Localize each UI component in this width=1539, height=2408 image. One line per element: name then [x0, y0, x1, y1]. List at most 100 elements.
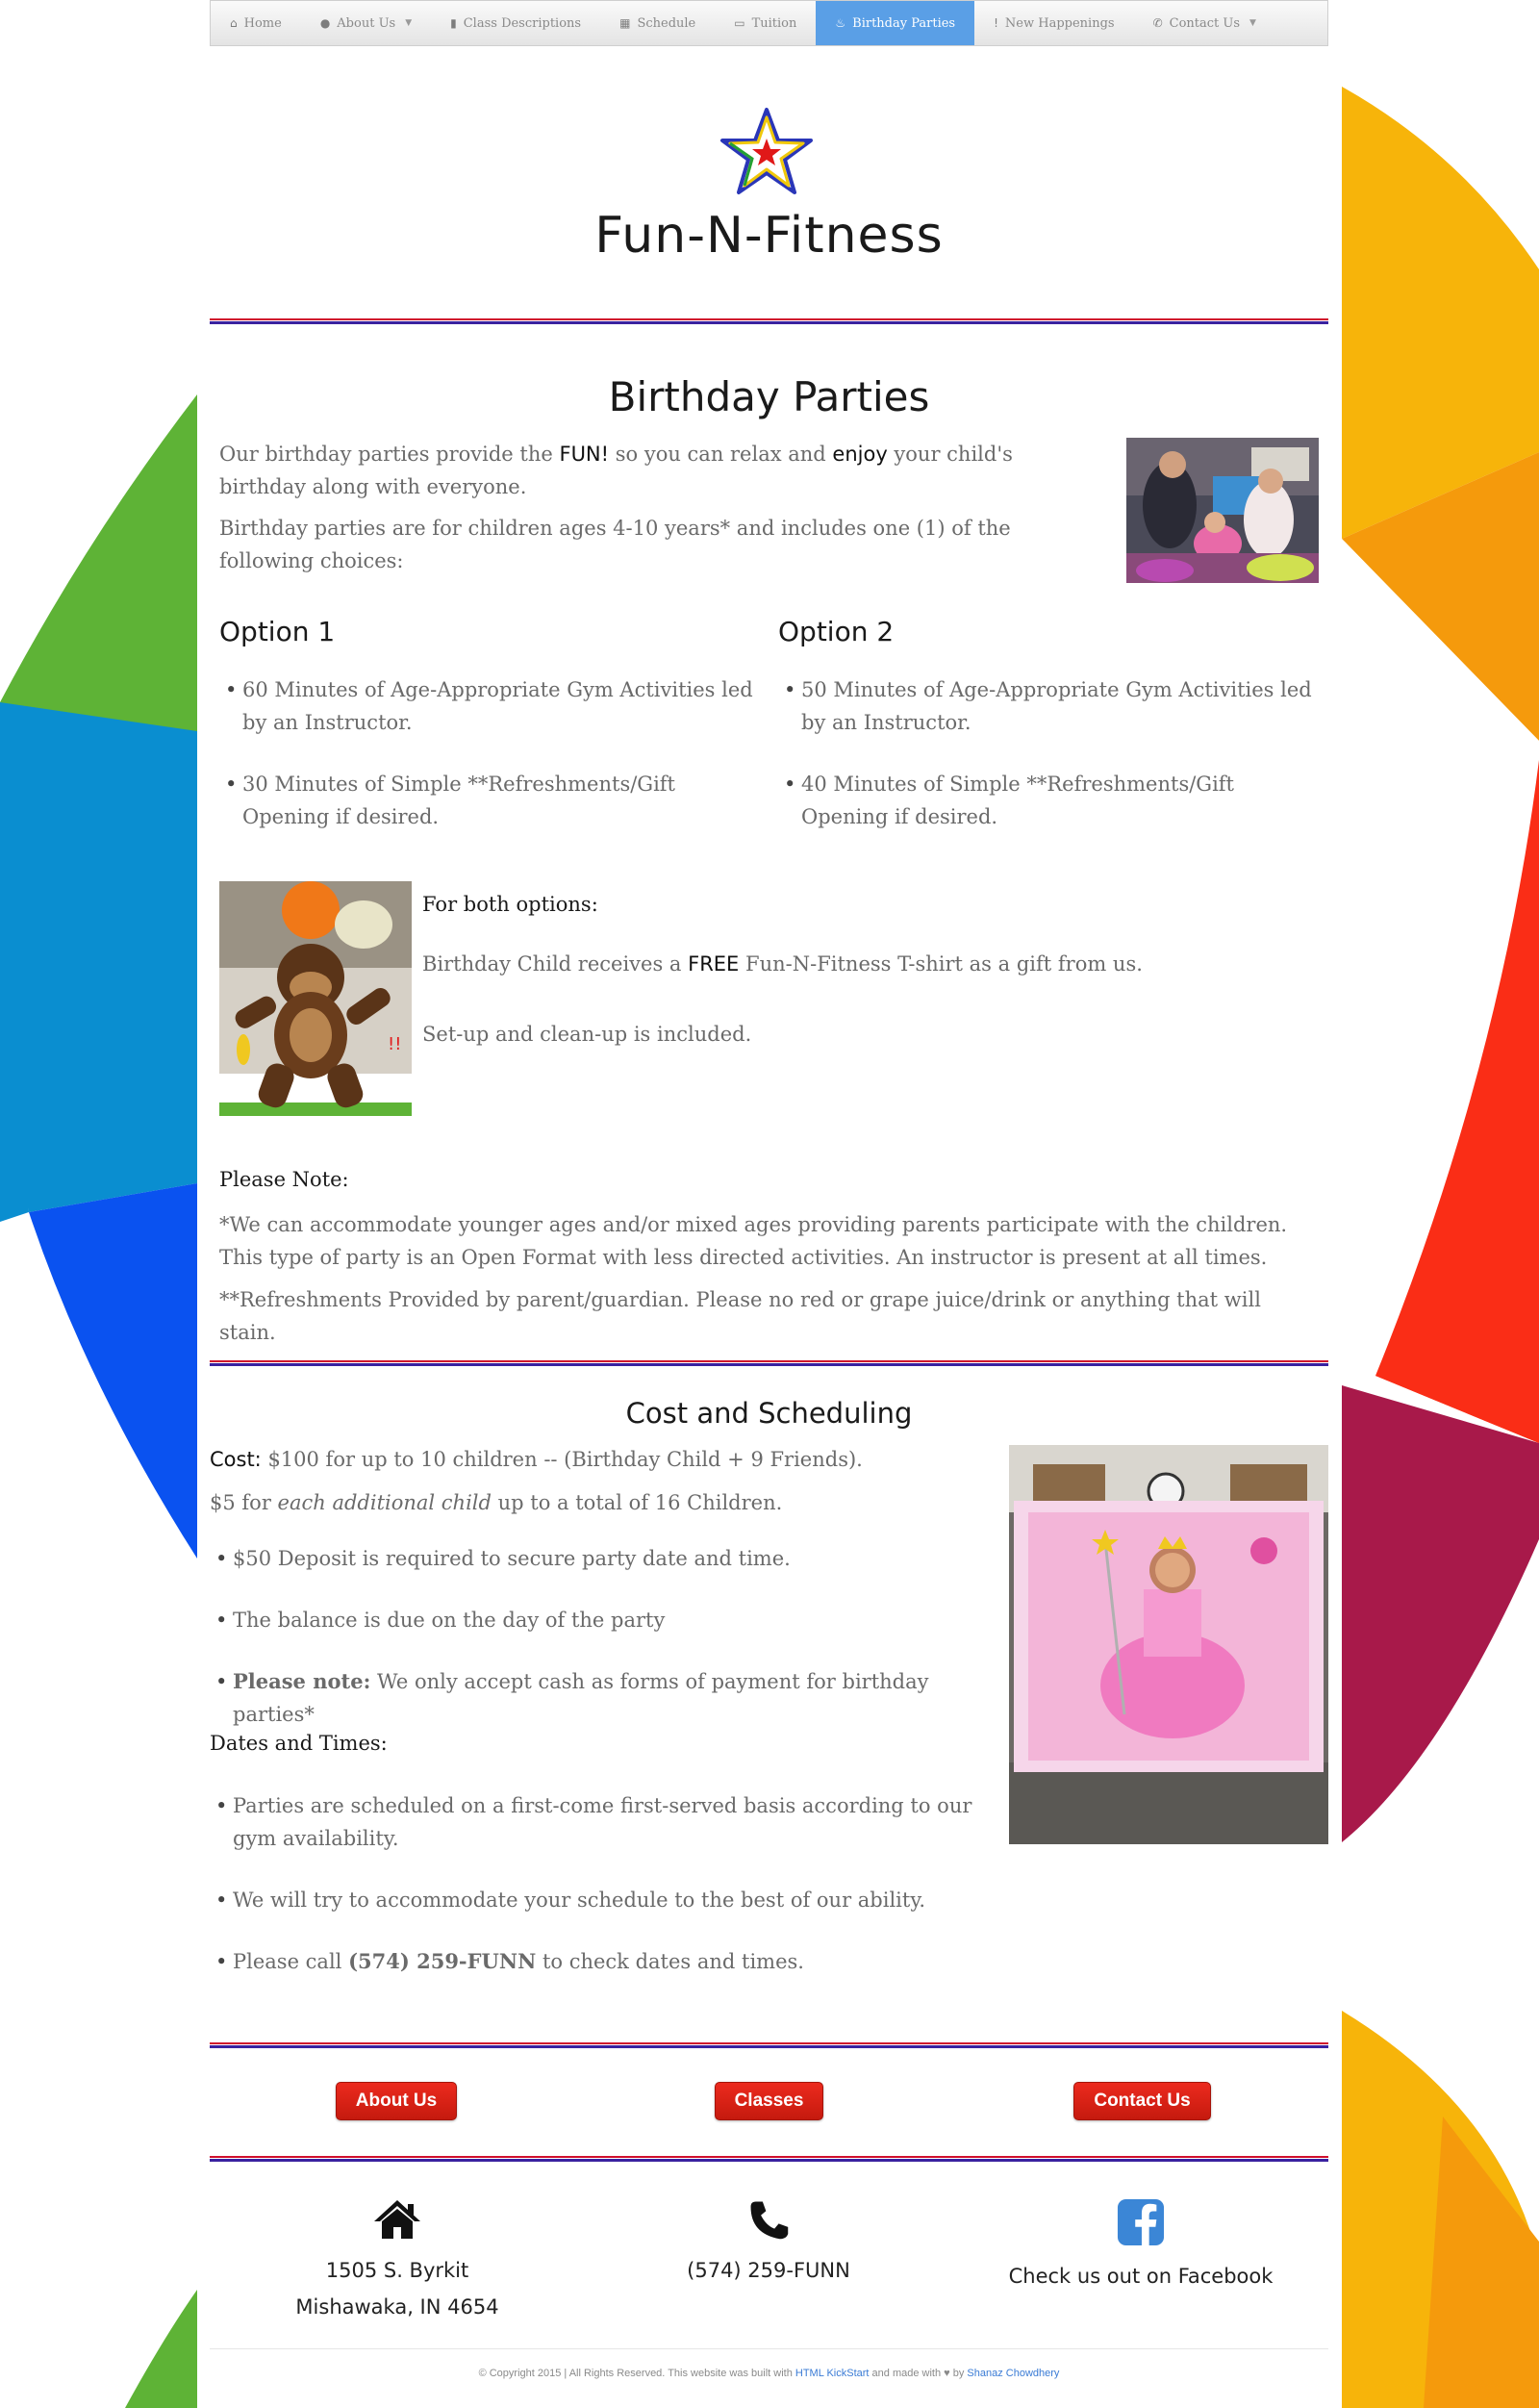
- nav-label: About Us: [337, 15, 396, 31]
- classes-button[interactable]: Classes: [715, 2082, 823, 2120]
- list-item: 30 Minutes of Simple **Refreshments/Gift…: [219, 768, 753, 833]
- section-divider: [210, 2042, 1328, 2048]
- contact-us-button[interactable]: Contact Us: [1073, 2082, 1211, 2120]
- footer-phone: (574) 259-FUNN: [581, 2198, 956, 2289]
- site-title: Fun-N-Fitness: [594, 207, 944, 265]
- copyright-part: by: [949, 2368, 968, 2379]
- nav-label: Contact Us: [1169, 15, 1241, 31]
- cake-icon: ♨: [835, 16, 846, 30]
- author-link[interactable]: Shanaz Chowdhery: [967, 2368, 1059, 2379]
- nav-label: Class Descriptions: [463, 15, 582, 31]
- footer-rule: [210, 2348, 1328, 2349]
- both-options-title: For both options:: [422, 893, 598, 916]
- list-item: Parties are scheduled on a first-come fi…: [210, 1789, 998, 1855]
- nav-label: Birthday Parties: [852, 15, 956, 31]
- phone-number[interactable]: (574) 259-FUNN: [581, 2252, 956, 2289]
- cost-label: Cost:: [210, 1448, 262, 1471]
- list-item: Please note: We only accept cash as form…: [210, 1665, 998, 1731]
- monkey-cake-photo: !!: [219, 881, 412, 1139]
- home-icon: ⌂: [230, 16, 238, 30]
- money-icon: ▭: [734, 16, 745, 30]
- option2-title: Option 2: [778, 616, 895, 647]
- gift-free: FREE: [688, 952, 740, 976]
- copyright-text: © Copyright 2015 | All Rights Reserved. …: [210, 2368, 1328, 2379]
- section-divider: [210, 1360, 1328, 1366]
- call-text: to check dates and times.: [536, 1950, 804, 1973]
- nav-label: Home: [243, 15, 282, 31]
- nav-label: New Happenings: [1004, 15, 1115, 31]
- list-item: Please call (574) 259-FUNN to check date…: [210, 1945, 998, 1978]
- exclamation-icon: !: [994, 16, 998, 30]
- footer-divider: [210, 2156, 1328, 2162]
- tshirt-gift-text: Birthday Child receives a FREE Fun-N-Fit…: [422, 948, 1307, 980]
- list-item: 40 Minutes of Simple **Refreshments/Gift…: [778, 768, 1317, 833]
- page-container: ⌂ Home ● About Us ▼ ▮ Class Descriptions…: [210, 0, 1328, 2408]
- intro-text: so you can relax and: [609, 443, 833, 466]
- extra-text: $5 for: [210, 1491, 278, 1514]
- footer-facebook: Check us out on Facebook: [953, 2198, 1328, 2294]
- chevron-down-icon: ▼: [1249, 18, 1256, 28]
- kickstart-link[interactable]: HTML KickStart: [795, 2368, 870, 2379]
- setup-text: Set-up and clean-up is included.: [422, 1023, 752, 1046]
- party-photo: [1126, 438, 1319, 583]
- nav-label: Schedule: [637, 15, 696, 31]
- dates-times-title: Dates and Times:: [210, 1732, 388, 1755]
- copyright-part: © Copyright 2015 | All Rights Reserved. …: [478, 2368, 795, 2379]
- nav-item-home[interactable]: ⌂ Home: [211, 1, 301, 45]
- nav-label: Tuition: [751, 15, 797, 31]
- chevron-down-icon: ▼: [405, 18, 413, 28]
- cost-scheduling-title: Cost and Scheduling: [625, 1397, 913, 1430]
- about-us-button[interactable]: About Us: [336, 2082, 457, 2120]
- gift-text: Fun-N-Fitness T-shirt as a gift from us.: [739, 952, 1143, 976]
- princess-photo: [1009, 1445, 1328, 1844]
- payment-label: Please note:: [233, 1669, 371, 1693]
- nav-item-birthday-parties[interactable]: ♨ Birthday Parties: [816, 1, 975, 45]
- header-divider: [210, 318, 1328, 324]
- option2-list: 50 Minutes of Age-Appropriate Gym Activi…: [778, 673, 1317, 862]
- nav-item-new-happenings[interactable]: ! New Happenings: [974, 1, 1133, 45]
- intro-fun: FUN!: [559, 443, 610, 466]
- list-item: $50 Deposit is required to secure party …: [210, 1542, 998, 1575]
- address-line-1: 1505 S. Byrkit: [325, 2259, 469, 2282]
- nav-item-contact-us[interactable]: ✆ Contact Us ▼: [1134, 1, 1275, 45]
- nav-item-about-us[interactable]: ● About Us ▼: [301, 1, 431, 45]
- main-navbar: ⌂ Home ● About Us ▼ ▮ Class Descriptions…: [210, 0, 1328, 46]
- additional-child-line: $5 for each additional child up to a tot…: [210, 1486, 979, 1519]
- intro-enjoy: enjoy: [832, 443, 888, 466]
- call-text: Please call: [233, 1950, 349, 1973]
- option1-list: 60 Minutes of Age-Appropriate Gym Activi…: [219, 673, 753, 862]
- phone-icon: ✆: [1152, 16, 1163, 30]
- cost-line: Cost: $100 for up to 10 children -- (Bir…: [210, 1443, 979, 1476]
- note-line-2: **Refreshments Provided by parent/guardi…: [219, 1288, 1261, 1344]
- intro-paragraph: Our birthday parties provide the FUN! so…: [219, 438, 1104, 503]
- svg-text:!!: !!: [388, 1034, 401, 1054]
- list-item: 60 Minutes of Age-Appropriate Gym Activi…: [219, 673, 753, 739]
- nav-item-class-descriptions[interactable]: ▮ Class Descriptions: [431, 1, 600, 45]
- facebook-link[interactable]: Check us out on Facebook: [953, 2258, 1328, 2294]
- phone-icon: [750, 2201, 789, 2240]
- nav-item-tuition[interactable]: ▭ Tuition: [715, 1, 816, 45]
- call-phone: (574) 259-FUNN: [348, 1949, 537, 1973]
- note-line-1: *We can accommodate younger ages and/or …: [219, 1213, 1288, 1269]
- home-icon: [374, 2200, 420, 2239]
- copyright-part: and made with: [869, 2368, 945, 2379]
- list-item: We will try to accommodate your schedule…: [210, 1884, 998, 1916]
- please-note-title: Please Note:: [219, 1168, 349, 1191]
- extra-text: up to a total of 16 Children.: [491, 1491, 783, 1514]
- calendar-icon: ▦: [619, 16, 631, 30]
- book-icon: ▮: [450, 16, 457, 30]
- ages-paragraph: Birthday parties are for children ages 4…: [219, 517, 1011, 572]
- cost-text: $100 for up to 10 children -- (Birthday …: [261, 1448, 863, 1471]
- facebook-icon[interactable]: [1116, 2198, 1166, 2246]
- intro-text: Our birthday parties provide the: [219, 443, 560, 466]
- option1-title: Option 1: [219, 616, 336, 647]
- dates-list: Parties are scheduled on a first-come fi…: [210, 1789, 998, 2007]
- nav-item-schedule[interactable]: ▦ Schedule: [600, 1, 715, 45]
- gift-text: Birthday Child receives a: [422, 952, 689, 976]
- address-line-2: Mishawaka, IN 4654: [295, 2295, 499, 2319]
- info-icon: ●: [319, 16, 331, 30]
- list-item: The balance is due on the day of the par…: [210, 1604, 998, 1636]
- page-title: Birthday Parties: [608, 373, 930, 420]
- extra-emphasis: each additional child: [277, 1491, 492, 1514]
- star-logo-icon: [720, 108, 813, 194]
